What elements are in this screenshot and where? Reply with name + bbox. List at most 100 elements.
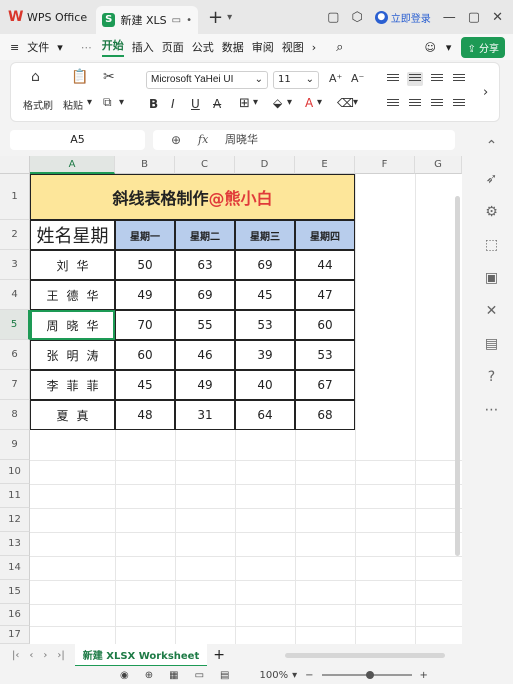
format-painter-label[interactable]: 格式刷 [23, 97, 53, 112]
name-cell[interactable]: 张明涛 [30, 340, 115, 370]
align-middle-icon[interactable] [407, 72, 423, 86]
row-header-9[interactable]: 9 [0, 430, 30, 460]
column-header-d[interactable]: D [235, 156, 295, 174]
zoom-level[interactable]: 100% [259, 670, 288, 681]
row-header-6[interactable]: 6 [0, 340, 30, 370]
column-header-e[interactable]: E [295, 156, 355, 174]
new-tab-button[interactable]: + [208, 7, 223, 28]
score-cell[interactable]: 44 [295, 250, 355, 280]
score-cell[interactable]: 60 [295, 310, 355, 340]
maximize-icon[interactable]: ▢ [468, 10, 480, 25]
column-header-a[interactable]: A [30, 156, 115, 174]
name-cell[interactable]: 王德华 [30, 280, 115, 310]
strikethrough-icon[interactable]: A [213, 97, 221, 111]
clear-format-icon[interactable]: ⌫ [337, 96, 354, 110]
score-cell[interactable]: 45 [115, 370, 175, 400]
underline-icon[interactable]: U [191, 97, 200, 111]
score-cell[interactable]: 46 [175, 340, 235, 370]
cursor-icon[interactable]: ➶ [486, 171, 498, 190]
spreadsheet-grid[interactable]: A B C D E F G 1 2 3 4 5 6 7 8 9 10 11 12… [0, 156, 462, 644]
row-header-3[interactable]: 3 [0, 250, 30, 280]
horizontal-scrollbar[interactable] [284, 652, 445, 658]
font-size-select[interactable]: 11 ⌄ [273, 71, 319, 89]
increase-font-icon[interactable]: A⁺ [329, 72, 342, 85]
row-header-5[interactable]: 5 [0, 310, 30, 340]
close-tab-icon[interactable]: • [186, 15, 192, 26]
align-left-icon[interactable] [385, 97, 401, 111]
prev-sheet-icon[interactable]: ‹ [29, 650, 33, 661]
tools-icon[interactable]: ✕ [486, 303, 498, 322]
minimize-icon[interactable]: — [443, 10, 456, 25]
eye-icon[interactable]: ◉ [120, 670, 129, 681]
first-sheet-icon[interactable]: |‹ [12, 650, 19, 661]
score-cell[interactable]: 40 [235, 370, 295, 400]
row-header-1[interactable]: 1 [0, 174, 30, 220]
score-cell[interactable]: 31 [175, 400, 235, 430]
ribbon-expand-icon[interactable]: › [483, 85, 488, 100]
select-all-corner[interactable] [0, 156, 30, 174]
chevron-right-icon[interactable]: › [312, 41, 316, 54]
row-header-17[interactable]: 17 [0, 626, 30, 644]
score-cell[interactable]: 64 [235, 400, 295, 430]
image-icon[interactable]: ▣ [485, 270, 498, 289]
book-icon[interactable]: ▤ [485, 336, 498, 355]
cube-icon[interactable]: ⬡ [351, 10, 362, 25]
fill-color-icon[interactable]: ⬙ [273, 96, 282, 110]
active-name-cell[interactable]: 周晓华 [30, 310, 115, 340]
zoom-slider[interactable] [321, 671, 412, 679]
frame-icon[interactable]: ⬚ [485, 237, 498, 256]
score-cell[interactable]: 39 [235, 340, 295, 370]
share-button[interactable]: ⇪ 分享 [461, 36, 505, 58]
row-header-11[interactable]: 11 [0, 484, 30, 508]
score-cell[interactable]: 69 [235, 250, 295, 280]
fill-dropdown-icon[interactable]: ▾ [287, 97, 292, 108]
align-bottom-icon[interactable] [429, 72, 445, 86]
normal-view-icon[interactable]: ▦ [169, 670, 178, 681]
score-cell[interactable]: 48 [115, 400, 175, 430]
comment-icon[interactable]: ☺ [424, 41, 435, 54]
help-icon[interactable]: ? [488, 369, 495, 388]
justify-icon[interactable] [451, 97, 467, 111]
layout-icon[interactable]: ▢ [327, 10, 339, 25]
layout-icon[interactable]: ⊕ [145, 670, 153, 681]
zoom-in-icon[interactable]: + [420, 670, 428, 681]
border-dropdown-icon[interactable]: ▾ [253, 97, 258, 108]
chevron-down-icon[interactable]: ▾ [446, 41, 452, 54]
score-cell[interactable]: 63 [175, 250, 235, 280]
score-cell[interactable]: 55 [175, 310, 235, 340]
row-header-15[interactable]: 15 [0, 580, 30, 604]
hamburger-icon[interactable]: ≡ [10, 41, 19, 54]
next-sheet-icon[interactable]: › [43, 650, 47, 661]
border-icon[interactable]: ⊞ [239, 96, 250, 111]
sheet-tab-active[interactable]: 新建 XLSX Worksheet [74, 643, 208, 667]
column-header-b[interactable]: B [115, 156, 175, 174]
weekday-header[interactable]: 星期三 [235, 220, 295, 250]
decrease-font-icon[interactable]: A⁻ [351, 72, 364, 85]
search-icon[interactable]: ⌕ [336, 40, 343, 55]
paste-label[interactable]: 粘贴 [63, 97, 83, 112]
align-center-icon[interactable] [407, 97, 423, 111]
font-color-dropdown-icon[interactable]: ▾ [317, 97, 322, 108]
diagonal-header-cell[interactable]: 姓名星期 [30, 220, 115, 250]
score-cell[interactable]: 53 [235, 310, 295, 340]
fx-icon[interactable]: fx [198, 130, 208, 150]
score-cell[interactable]: 45 [235, 280, 295, 310]
menu-data[interactable]: 数据 [222, 39, 244, 55]
menu-view[interactable]: 视图 [282, 39, 304, 55]
add-sheet-button[interactable]: + [213, 647, 225, 663]
row-header-16[interactable]: 16 [0, 604, 30, 626]
row-header-8[interactable]: 8 [0, 400, 30, 430]
paste-dropdown-icon[interactable]: ▾ [87, 97, 92, 108]
weekday-header[interactable]: 星期四 [295, 220, 355, 250]
more-icon[interactable]: ⋯ [81, 41, 92, 54]
row-header-13[interactable]: 13 [0, 532, 30, 556]
monitor-icon[interactable]: ▭ [172, 15, 181, 26]
formula-input[interactable]: ⊕ fx 周晓华 [153, 130, 455, 150]
chevron-down-icon[interactable]: ▾ [227, 12, 232, 23]
row-header-14[interactable]: 14 [0, 556, 30, 580]
align-right-icon[interactable] [429, 97, 445, 111]
cut-icon[interactable]: ✂ [103, 69, 115, 85]
score-cell[interactable]: 49 [115, 280, 175, 310]
menu-review[interactable]: 审阅 [252, 39, 274, 55]
wps-home-tab[interactable]: W WPS Office [0, 0, 96, 34]
